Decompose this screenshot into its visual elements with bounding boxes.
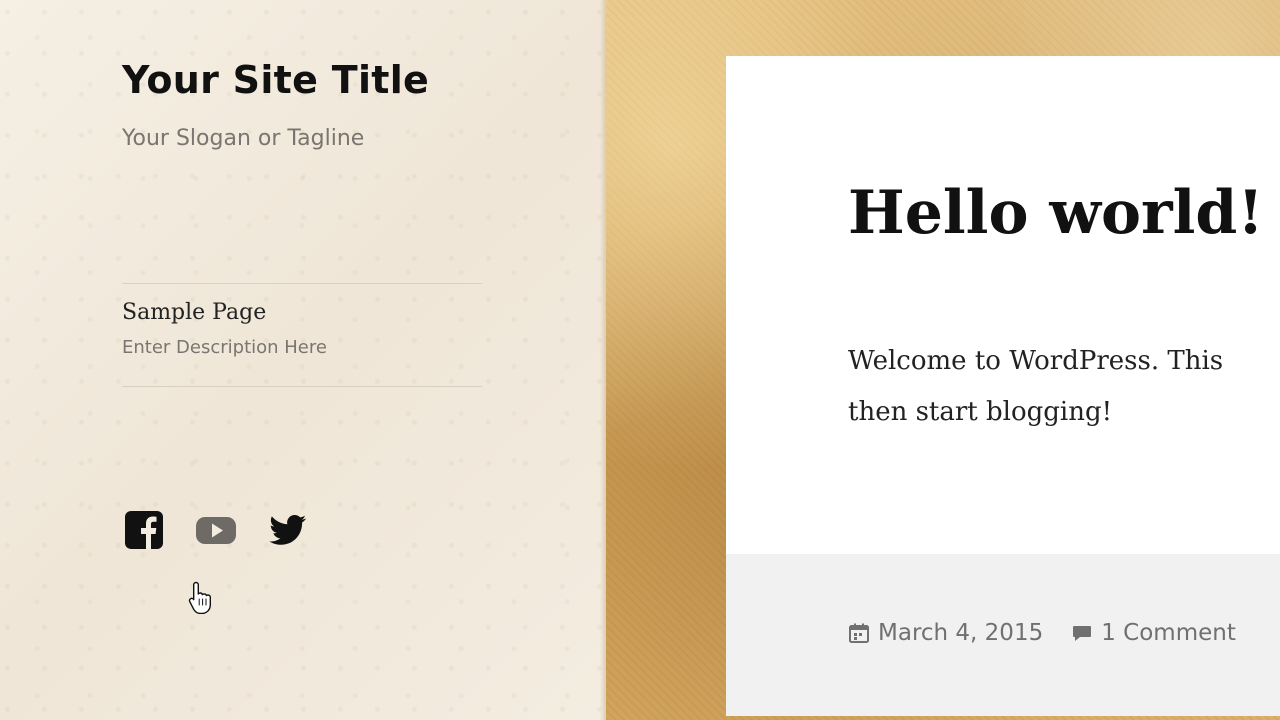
twitter-icon [269,515,306,545]
twitter-link[interactable] [266,508,310,552]
facebook-icon [125,511,163,549]
hand-cursor-icon [188,581,211,614]
menu-divider-top [122,283,482,284]
menu-item-description: Enter Description Here [122,337,327,358]
menu-item-sample-page[interactable]: Sample Page Enter Description Here [122,300,482,384]
site-title[interactable]: Your Site Title [122,58,429,102]
menu-divider-bottom [122,386,482,387]
social-links [122,508,310,552]
facebook-link[interactable] [122,508,166,552]
site-tagline: Your Slogan or Tagline [122,126,365,151]
youtube-link[interactable] [194,508,238,552]
post-meta: March 4, 2015 1 Comment [848,620,1236,646]
post-excerpt-line: then start blogging! [848,397,1113,427]
comment-icon [1073,626,1092,641]
post-footer: March 4, 2015 1 Comment [726,554,1280,716]
post-comments-link[interactable]: 1 Comment [1101,620,1236,646]
post-title[interactable]: Hello world! [848,178,1264,248]
sidebar: Your Site Title Your Slogan or Tagline S… [0,0,606,720]
youtube-icon [196,517,236,544]
post-excerpt-line: Welcome to WordPress. This [848,346,1224,376]
post-date[interactable]: March 4, 2015 [878,620,1043,646]
menu-item-label[interactable]: Sample Page [122,300,482,325]
post-excerpt: Welcome to WordPress. This then start bl… [848,336,1280,438]
calendar-icon [849,623,869,643]
post-card: Hello world! Welcome to WordPress. This … [726,56,1280,716]
